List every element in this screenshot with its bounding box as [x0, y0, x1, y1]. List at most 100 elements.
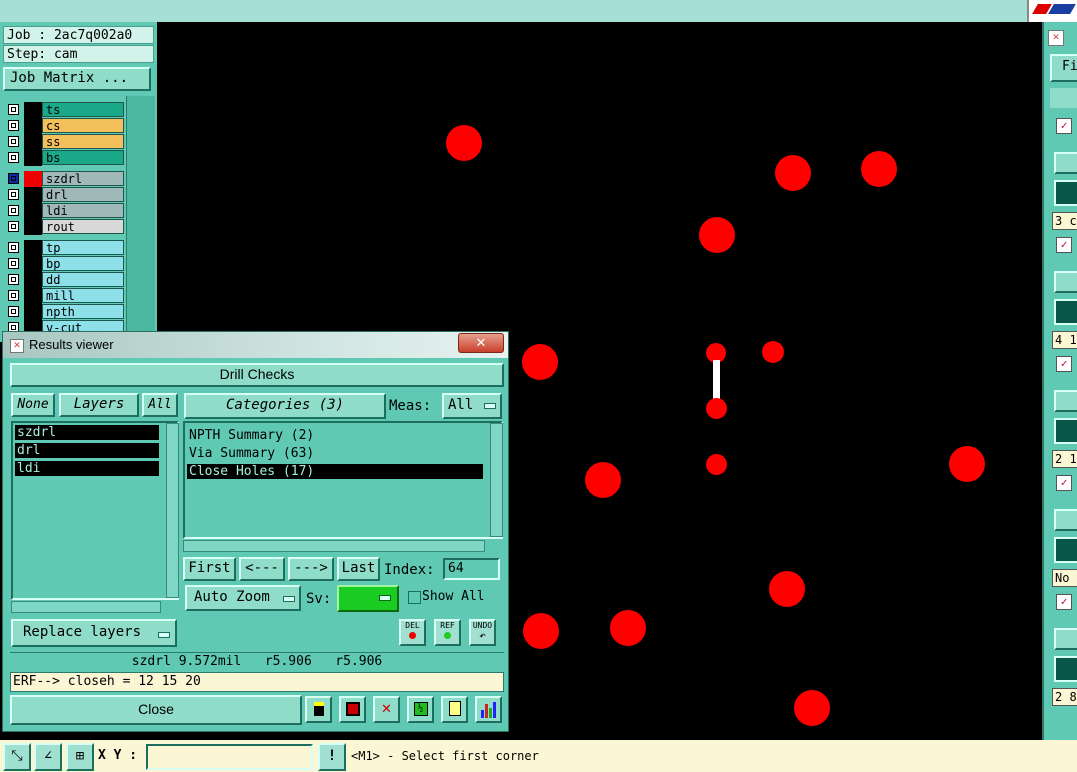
layer-name[interactable]: ss: [42, 134, 124, 149]
layer-result-item[interactable]: ldi: [15, 461, 159, 476]
del-button[interactable]: DEL: [399, 619, 426, 646]
layers-button[interactable]: Layers: [59, 393, 139, 417]
clear-tool-button[interactable]: ✕: [373, 696, 400, 723]
chart-tool-button[interactable]: [475, 696, 502, 723]
layer-checkbox[interactable]: [8, 242, 19, 253]
check-param-button[interactable]: [1054, 271, 1077, 293]
results-viewer-titlebar[interactable]: ✕ Results viewer ✕: [3, 332, 508, 358]
first-button[interactable]: First: [183, 557, 236, 581]
meas-dropdown[interactable]: All: [442, 393, 502, 419]
last-button[interactable]: Last: [337, 557, 380, 581]
xy-input[interactable]: [146, 744, 313, 770]
tool-icon[interactable]: [1054, 418, 1077, 444]
layer-row-bp[interactable]: bp: [6, 256, 124, 272]
layer-scrollbar[interactable]: [126, 96, 155, 342]
layer-name[interactable]: ldi: [42, 203, 124, 218]
tool-icon[interactable]: [1054, 299, 1077, 325]
layer-row-dd[interactable]: dd: [6, 272, 124, 288]
layer-result-item[interactable]: szdrl: [15, 425, 159, 440]
drill-hole-small[interactable]: [762, 341, 784, 363]
layer-name[interactable]: ts: [42, 102, 124, 117]
layer-name[interactable]: cs: [42, 118, 124, 133]
layer-checkbox[interactable]: [8, 258, 19, 269]
layer-row-szdrl[interactable]: szdrl: [6, 171, 124, 187]
drill-hole[interactable]: [769, 571, 805, 607]
layer-row-ldi[interactable]: ldi: [6, 203, 124, 219]
ref-button[interactable]: REF: [434, 619, 461, 646]
grid-button[interactable]: ⊞: [66, 743, 94, 771]
check-param-button[interactable]: [1054, 152, 1077, 174]
drill-hole-small[interactable]: [706, 454, 727, 475]
layer-checkbox[interactable]: [8, 189, 19, 200]
prev-button[interactable]: <---: [239, 557, 285, 581]
tool-icon[interactable]: [1054, 537, 1077, 563]
layer-result-item[interactable]: drl: [15, 443, 159, 458]
layer-row-drl[interactable]: drl: [6, 187, 124, 203]
layer-checkbox[interactable]: [8, 205, 19, 216]
check-toggle[interactable]: ✓: [1056, 118, 1072, 134]
report-tool-button[interactable]: [339, 696, 366, 723]
layer-name[interactable]: tp: [42, 240, 124, 255]
layer-name[interactable]: rout: [42, 219, 124, 234]
close-button[interactable]: Close: [10, 695, 302, 725]
none-button[interactable]: None: [11, 393, 55, 417]
layer-name[interactable]: drl: [42, 187, 124, 202]
drill-hole[interactable]: [699, 217, 735, 253]
category-item[interactable]: NPTH Summary (2): [187, 428, 483, 443]
layer-name[interactable]: bp: [42, 256, 124, 271]
close-icon[interactable]: ✕: [1048, 30, 1064, 46]
layer-row-ts[interactable]: ts: [6, 102, 124, 118]
undo-button[interactable]: UNDO ↶: [469, 619, 496, 646]
layer-checkbox[interactable]: [8, 290, 19, 301]
drill-hole[interactable]: [522, 344, 558, 380]
layer-checkbox[interactable]: [8, 104, 19, 115]
layer-name[interactable]: mill: [42, 288, 124, 303]
categories-button[interactable]: Categories (3): [184, 393, 386, 419]
snap-button[interactable]: ∠: [34, 743, 62, 771]
layer-result-list[interactable]: szdrl drl ldi: [11, 421, 179, 600]
category-item[interactable]: Close Holes (17): [187, 464, 483, 479]
layer-checkbox[interactable]: [8, 274, 19, 285]
drill-hole[interactable]: [523, 613, 559, 649]
layer-name[interactable]: dd: [42, 272, 124, 287]
zoom-fit-button[interactable]: ⤡: [3, 743, 31, 771]
check-param-button[interactable]: [1054, 628, 1077, 650]
drill-hole[interactable]: [610, 610, 646, 646]
drill-hole[interactable]: [949, 446, 985, 482]
layer-list-vscroll[interactable]: [166, 423, 179, 598]
check-param-button[interactable]: [1054, 390, 1077, 412]
layer-checkbox[interactable]: [8, 120, 19, 131]
check-toggle[interactable]: ✓: [1056, 237, 1072, 253]
drill-hole[interactable]: [585, 462, 621, 498]
layer-checkbox[interactable]: [8, 221, 19, 232]
index-input[interactable]: 64: [443, 558, 500, 580]
layer-row-ss[interactable]: ss: [6, 134, 124, 150]
drill-hole[interactable]: [861, 151, 897, 187]
layer-name[interactable]: bs: [42, 150, 124, 165]
check-toggle[interactable]: ✓: [1056, 594, 1072, 610]
layer-checkbox[interactable]: [8, 173, 19, 184]
drill-hole[interactable]: [794, 690, 830, 726]
job-matrix-button[interactable]: Job Matrix ...: [3, 67, 151, 91]
category-hscroll[interactable]: [183, 540, 485, 552]
show-all-checkbox[interactable]: [408, 591, 421, 604]
category-vscroll[interactable]: [490, 423, 503, 537]
category-list[interactable]: NPTH Summary (2) Via Summary (63) Close Ho…: [183, 421, 503, 539]
layer-list-hscroll[interactable]: [11, 601, 161, 613]
layer-row-tp[interactable]: tp: [6, 240, 124, 256]
layer-row-cs[interactable]: cs: [6, 118, 124, 134]
layer-row-mill[interactable]: mill: [6, 288, 124, 304]
highlight-tool-button[interactable]: [305, 696, 332, 723]
layer-checkbox[interactable]: [8, 136, 19, 147]
tool-icon[interactable]: [1054, 180, 1077, 206]
check-toggle[interactable]: ✓: [1056, 356, 1072, 372]
right-file-button[interactable]: Fi: [1050, 54, 1077, 82]
auto-zoom-dropdown[interactable]: Auto Zoom: [185, 585, 301, 611]
layer-row-rout[interactable]: rout: [6, 219, 124, 235]
category-item[interactable]: Via Summary (63): [187, 446, 483, 461]
replace-layers-dropdown[interactable]: Replace layers: [11, 619, 177, 647]
layer-checkbox[interactable]: [8, 306, 19, 317]
check-toggle[interactable]: ✓: [1056, 475, 1072, 491]
exclamation-button[interactable]: !: [318, 743, 346, 771]
sv-color-dropdown[interactable]: [337, 585, 399, 612]
